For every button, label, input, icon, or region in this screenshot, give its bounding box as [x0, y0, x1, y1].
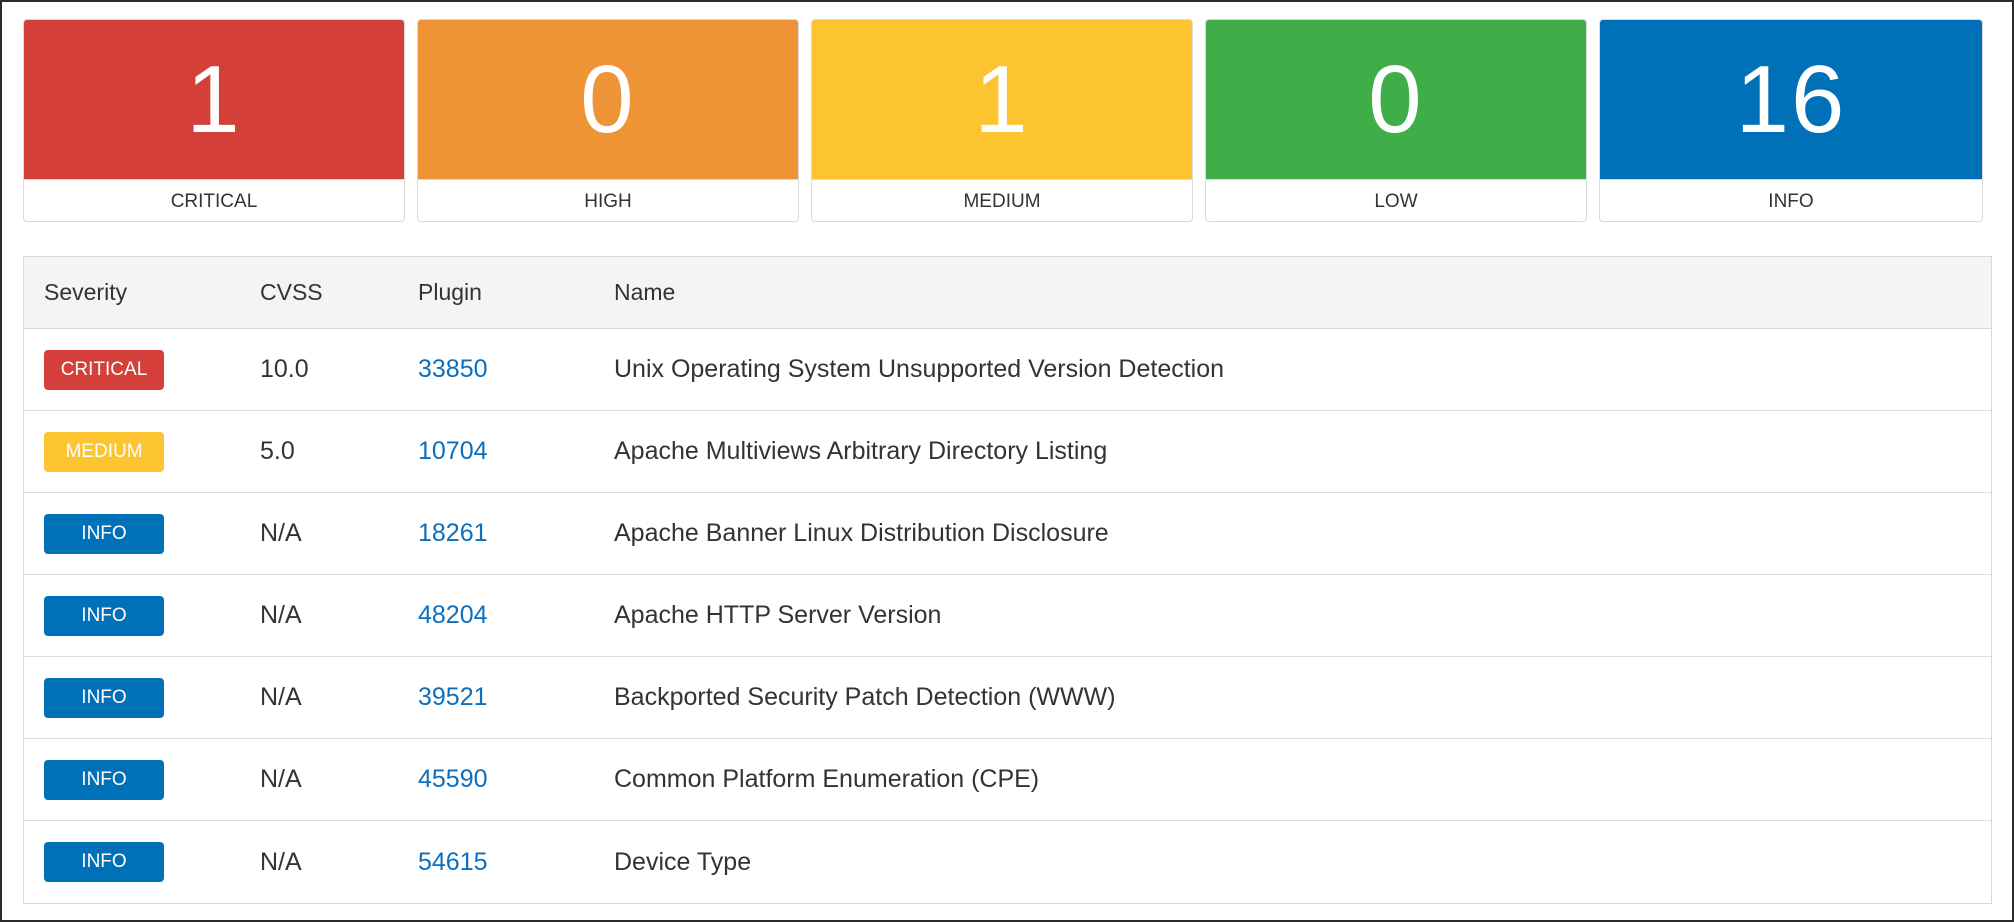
vulnerability-name-cell: Unix Operating System Unsupported Versio…	[614, 355, 1225, 383]
severity-cell: INFO	[24, 513, 260, 554]
plugin-cell: 33850	[418, 355, 614, 384]
vulnerability-name-cell: Backported Security Patch Detection (WWW…	[614, 683, 1116, 711]
vulnerability-name-cell: Apache HTTP Server Version	[614, 601, 942, 629]
plugin-link[interactable]: 48204	[418, 601, 488, 629]
plugin-cell: 45590	[418, 765, 614, 794]
plugin-link[interactable]: 18261	[418, 519, 488, 547]
plugin-link[interactable]: 33850	[418, 355, 488, 383]
report-frame: 1 CRITICAL 0 HIGH 1 MEDIUM 0 LOW 16 INFO…	[0, 0, 2014, 922]
severity-cell: INFO	[24, 842, 260, 882]
table-row[interactable]: INFO N/A 39521 Backported Security Patch De…	[24, 657, 1991, 739]
summary-count: 0	[1206, 20, 1586, 179]
summary-card-critical[interactable]: 1 CRITICAL	[23, 19, 405, 222]
column-header-cvss[interactable]: CVSS	[260, 279, 418, 306]
plugin-link[interactable]: 39521	[418, 683, 488, 711]
cvss-cell: N/A	[260, 847, 302, 876]
severity-cell: INFO	[24, 759, 260, 800]
column-header-name[interactable]: Name	[614, 279, 1991, 306]
cvss-cell: N/A	[260, 601, 302, 629]
plugin-link[interactable]: 45590	[418, 765, 488, 793]
severity-cell: MEDIUM	[24, 431, 260, 472]
cvss-cell: N/A	[260, 519, 302, 547]
table-row[interactable]: INFO N/A 18261 Apache Banner Linux Distribu…	[24, 493, 1991, 575]
column-header-plugin[interactable]: Plugin	[418, 279, 614, 306]
vulnerability-table: Severity CVSS Plugin Name CRITICAL 10.0 33…	[23, 256, 1992, 904]
severity-badge: INFO	[44, 842, 164, 882]
plugin-cell: 10704	[418, 437, 614, 466]
summary-count: 1	[24, 20, 404, 179]
summary-label: CRITICAL	[24, 179, 404, 221]
summary-card-high[interactable]: 0 HIGH	[417, 19, 799, 222]
cvss-cell: 5.0	[260, 437, 295, 465]
summary-card-low[interactable]: 0 LOW	[1205, 19, 1587, 222]
summary-card-info[interactable]: 16 INFO	[1599, 19, 1983, 222]
column-header-severity[interactable]: Severity	[24, 279, 260, 306]
summary-card-medium[interactable]: 1 MEDIUM	[811, 19, 1193, 222]
summary-count: 16	[1600, 20, 1982, 179]
vulnerability-name-cell: Device Type	[614, 847, 752, 876]
severity-badge: CRITICAL	[44, 349, 164, 390]
severity-badge: INFO	[44, 595, 164, 636]
summary-label: INFO	[1600, 179, 1982, 221]
severity-cell: INFO	[24, 595, 260, 636]
severity-cell: INFO	[24, 677, 260, 718]
summary-count: 1	[812, 20, 1192, 179]
severity-badge: MEDIUM	[44, 431, 164, 472]
summary-label: MEDIUM	[812, 179, 1192, 221]
severity-badge: INFO	[44, 513, 164, 554]
table-header-row: Severity CVSS Plugin Name	[24, 257, 1991, 329]
table-row[interactable]: INFO N/A 48204 Apache HTTP Server Version	[24, 575, 1991, 657]
vulnerability-name-cell: Apache Multiviews Arbitrary Directory Li…	[614, 437, 1108, 465]
plugin-cell: 18261	[418, 519, 614, 548]
plugin-cell: 39521	[418, 683, 614, 712]
severity-badge: INFO	[44, 677, 164, 718]
cvss-cell: N/A	[260, 683, 302, 711]
cvss-cell: 10.0	[260, 355, 309, 383]
table-row[interactable]: CRITICAL 10.0 33850 Unix Operating System U…	[24, 329, 1991, 411]
summary-count: 0	[418, 20, 798, 179]
severity-badge: INFO	[44, 759, 164, 800]
table-row[interactable]: INFO N/A 45590 Common Platform Enumeration …	[24, 739, 1991, 821]
table-row[interactable]: INFO N/A 54615 Device Type	[24, 821, 1991, 903]
summary-label: LOW	[1206, 179, 1586, 221]
table-row[interactable]: MEDIUM 5.0 10704 Apache Multiviews Arbitrar…	[24, 411, 1991, 493]
severity-summary: 1 CRITICAL 0 HIGH 1 MEDIUM 0 LOW 16 INFO	[23, 19, 1983, 222]
plugin-cell: 54615	[418, 848, 614, 877]
cvss-cell: N/A	[260, 765, 302, 793]
plugin-cell: 48204	[418, 601, 614, 630]
summary-label: HIGH	[418, 179, 798, 221]
table-body: CRITICAL 10.0 33850 Unix Operating System U…	[24, 329, 1991, 903]
vulnerability-name-cell: Apache Banner Linux Distribution Disclos…	[614, 519, 1109, 547]
vulnerability-name-cell: Common Platform Enumeration (CPE)	[614, 765, 1040, 793]
plugin-link[interactable]: 10704	[418, 437, 488, 465]
severity-cell: CRITICAL	[24, 349, 260, 390]
plugin-link[interactable]: 54615	[418, 848, 488, 876]
